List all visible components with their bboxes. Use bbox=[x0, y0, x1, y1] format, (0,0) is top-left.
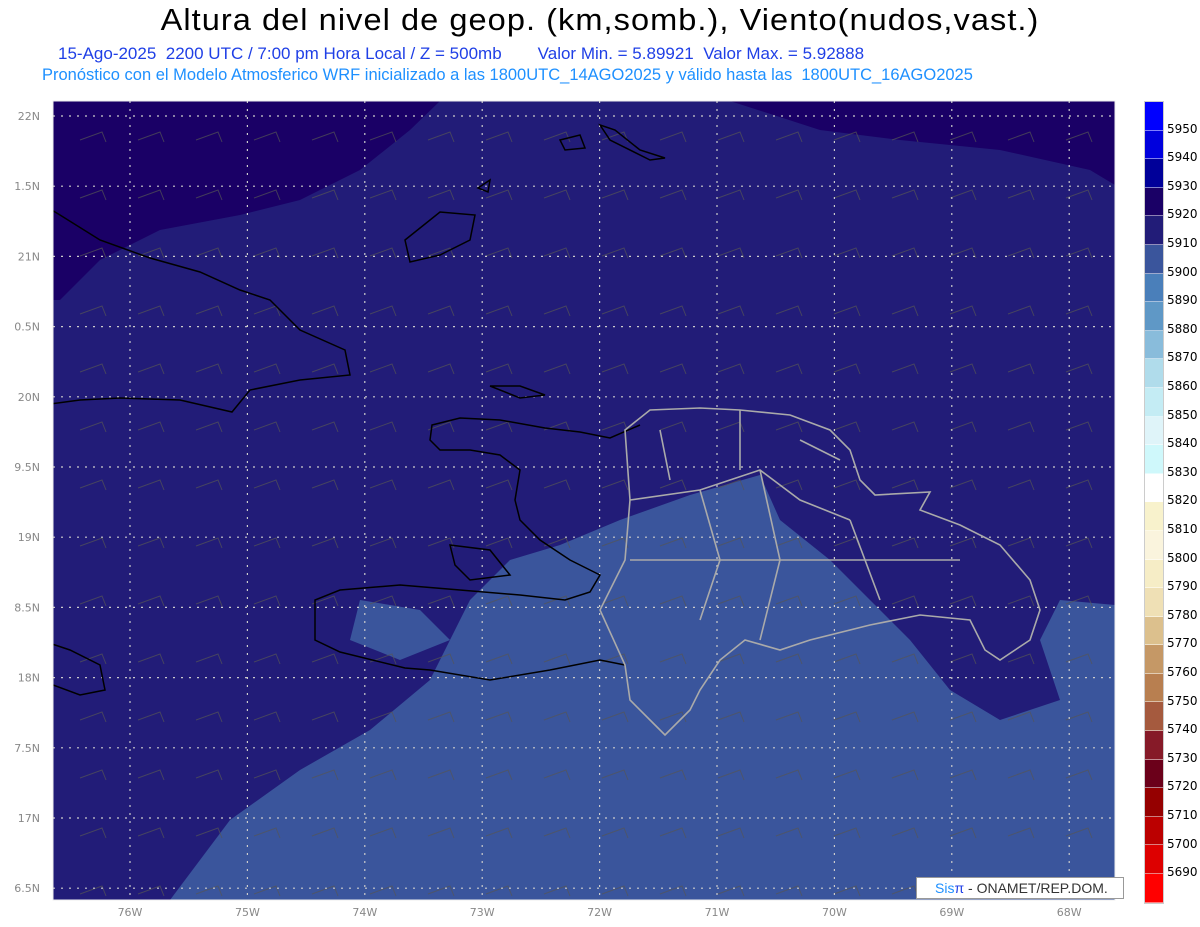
colorbar-bin bbox=[1145, 130, 1163, 160]
lat-label: 7.5N bbox=[14, 742, 40, 755]
lat-label: 9.5N bbox=[14, 461, 40, 474]
colorbar-label: 5690 bbox=[1167, 865, 1198, 880]
colorbar-label: 5760 bbox=[1167, 665, 1198, 679]
lon-label: 73W bbox=[470, 906, 495, 919]
lon-label: 76W bbox=[118, 906, 143, 919]
colorbar-bin bbox=[1145, 473, 1163, 503]
colorbar-label: 5700 bbox=[1167, 836, 1198, 851]
colorbar-bin bbox=[1145, 645, 1163, 674]
colorbar-label: 5910 bbox=[1167, 236, 1198, 250]
colorbar-bin bbox=[1145, 759, 1163, 789]
colorbar-label: 5790 bbox=[1167, 579, 1198, 594]
map-plot-area bbox=[53, 101, 1115, 900]
colorbar-bin bbox=[1145, 702, 1163, 732]
credit-box: Sisπ - ONAMET/REP.DOM. bbox=[916, 877, 1124, 899]
colorbar-bin bbox=[1145, 273, 1163, 303]
colorbar-label: 5750 bbox=[1167, 693, 1198, 708]
colorbar-label: 5900 bbox=[1167, 264, 1198, 279]
colorbar-bin bbox=[1145, 559, 1163, 589]
colorbar-label: 5710 bbox=[1167, 808, 1198, 822]
colorbar-bin bbox=[1145, 159, 1163, 188]
colorbar-bin bbox=[1145, 187, 1163, 217]
colorbar-bin bbox=[1145, 502, 1163, 531]
colorbar-label: 5830 bbox=[1167, 464, 1198, 479]
lat-label: 19N bbox=[18, 531, 40, 544]
lat-label: 1.5N bbox=[14, 180, 40, 193]
colorbar-bin bbox=[1145, 102, 1163, 131]
lat-label: 6.5N bbox=[14, 882, 40, 895]
brand-sis: Sis bbox=[935, 880, 955, 896]
lon-label: 72W bbox=[587, 906, 612, 919]
colorbar-label: 5940 bbox=[1167, 150, 1198, 165]
lon-label: 69W bbox=[939, 906, 964, 919]
lon-label: 74W bbox=[352, 906, 377, 919]
lat-label: 0.5N bbox=[14, 321, 40, 334]
colorbar-bin bbox=[1145, 330, 1163, 360]
colorbar-bin bbox=[1145, 530, 1163, 560]
colorbar-bin bbox=[1145, 302, 1163, 331]
colorbar-label: 5770 bbox=[1167, 636, 1198, 651]
colorbar-label: 5740 bbox=[1167, 722, 1198, 737]
lat-label: 18N bbox=[18, 672, 40, 685]
colorbar-label: 5890 bbox=[1167, 293, 1198, 308]
lat-label: 17N bbox=[18, 812, 40, 825]
colorbar-bin bbox=[1145, 216, 1163, 245]
colorbar-bin bbox=[1145, 359, 1163, 388]
colorbar-label: 5870 bbox=[1167, 350, 1198, 365]
latitude-labels: 22N 1.5N 21N 0.5N 20N 9.5N 19N 8.5N 18N 7.5N 17N 6.… bbox=[14, 110, 40, 895]
colorbar-bin bbox=[1145, 416, 1163, 446]
lat-label: 8.5N bbox=[14, 601, 40, 614]
colorbar-bin bbox=[1145, 731, 1163, 760]
lon-label: 75W bbox=[235, 906, 260, 919]
longitude-labels: 76W 75W 74W 73W 72W 71W 70W 69W 68W bbox=[118, 906, 1082, 919]
colorbar-bin bbox=[1145, 387, 1163, 417]
lat-label: 22N bbox=[18, 110, 40, 123]
colorbar-label: 5950 bbox=[1167, 121, 1198, 136]
colorbar-label: 5860 bbox=[1167, 379, 1198, 393]
colorbar-bin bbox=[1145, 874, 1163, 903]
colorbar-label: 5880 bbox=[1167, 321, 1198, 336]
geopotential-map: 76W 75W 74W 73W 72W 71W 70W 69W 68W 22N 1.5N 21N 0.… bbox=[14, 100, 1116, 919]
colorbar-bin bbox=[1145, 616, 1163, 646]
colorbar-label: 5930 bbox=[1167, 178, 1198, 193]
colorbar-label: 5820 bbox=[1167, 493, 1198, 508]
brand-pi: π bbox=[954, 880, 965, 896]
colorbar-label: 5720 bbox=[1167, 779, 1198, 794]
colorbar-label: 5920 bbox=[1167, 207, 1198, 222]
lon-label: 68W bbox=[1057, 906, 1082, 919]
colorbar-bin bbox=[1145, 673, 1163, 703]
colorbar-label: 5840 bbox=[1167, 436, 1198, 451]
colorbar-bin bbox=[1145, 816, 1163, 846]
colorbar-label: 5810 bbox=[1167, 522, 1198, 536]
lat-label: 21N bbox=[18, 250, 40, 263]
colorbar bbox=[1144, 101, 1164, 904]
colorbar-bin bbox=[1145, 588, 1163, 617]
colorbar-bin bbox=[1145, 445, 1163, 474]
colorbar-label: 5800 bbox=[1167, 550, 1198, 565]
colorbar-label: 5850 bbox=[1167, 407, 1198, 422]
colorbar-bin bbox=[1145, 845, 1163, 875]
colorbar-label: 5730 bbox=[1167, 750, 1198, 765]
colorbar-bin bbox=[1145, 788, 1163, 817]
colorbar-bin bbox=[1145, 244, 1163, 274]
lat-label: 20N bbox=[18, 391, 40, 404]
lon-label: 70W bbox=[822, 906, 847, 919]
lon-label: 71W bbox=[705, 906, 730, 919]
credit-text: - ONAMET/REP.DOM. bbox=[964, 880, 1108, 896]
colorbar-label: 5780 bbox=[1167, 607, 1198, 622]
